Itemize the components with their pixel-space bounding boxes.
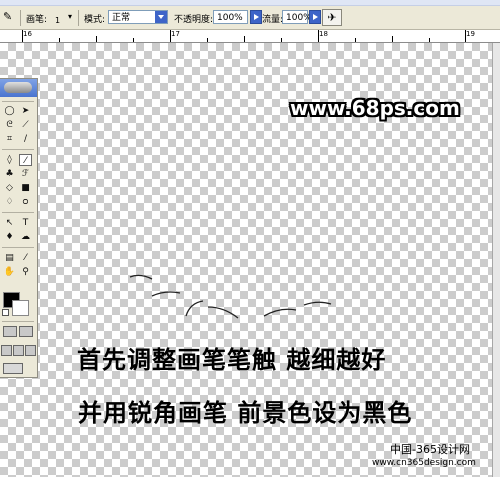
brush-stroke: [185, 300, 204, 317]
site-credit-name: 中国-365设计网: [390, 443, 470, 456]
caption-line-2: 并用锐角画笔 前景色设为黑色: [78, 399, 413, 427]
site-credit-url: www.cn365design.com: [372, 458, 476, 468]
brush-stroke: [129, 274, 153, 280]
brush-stroke: [151, 291, 181, 297]
caption-line-1: 首先调整画笔笔触 越细越好: [77, 346, 387, 374]
brush-stroke: [207, 306, 239, 319]
brush-stroke: [263, 308, 297, 317]
brush-stroke: [303, 301, 332, 306]
